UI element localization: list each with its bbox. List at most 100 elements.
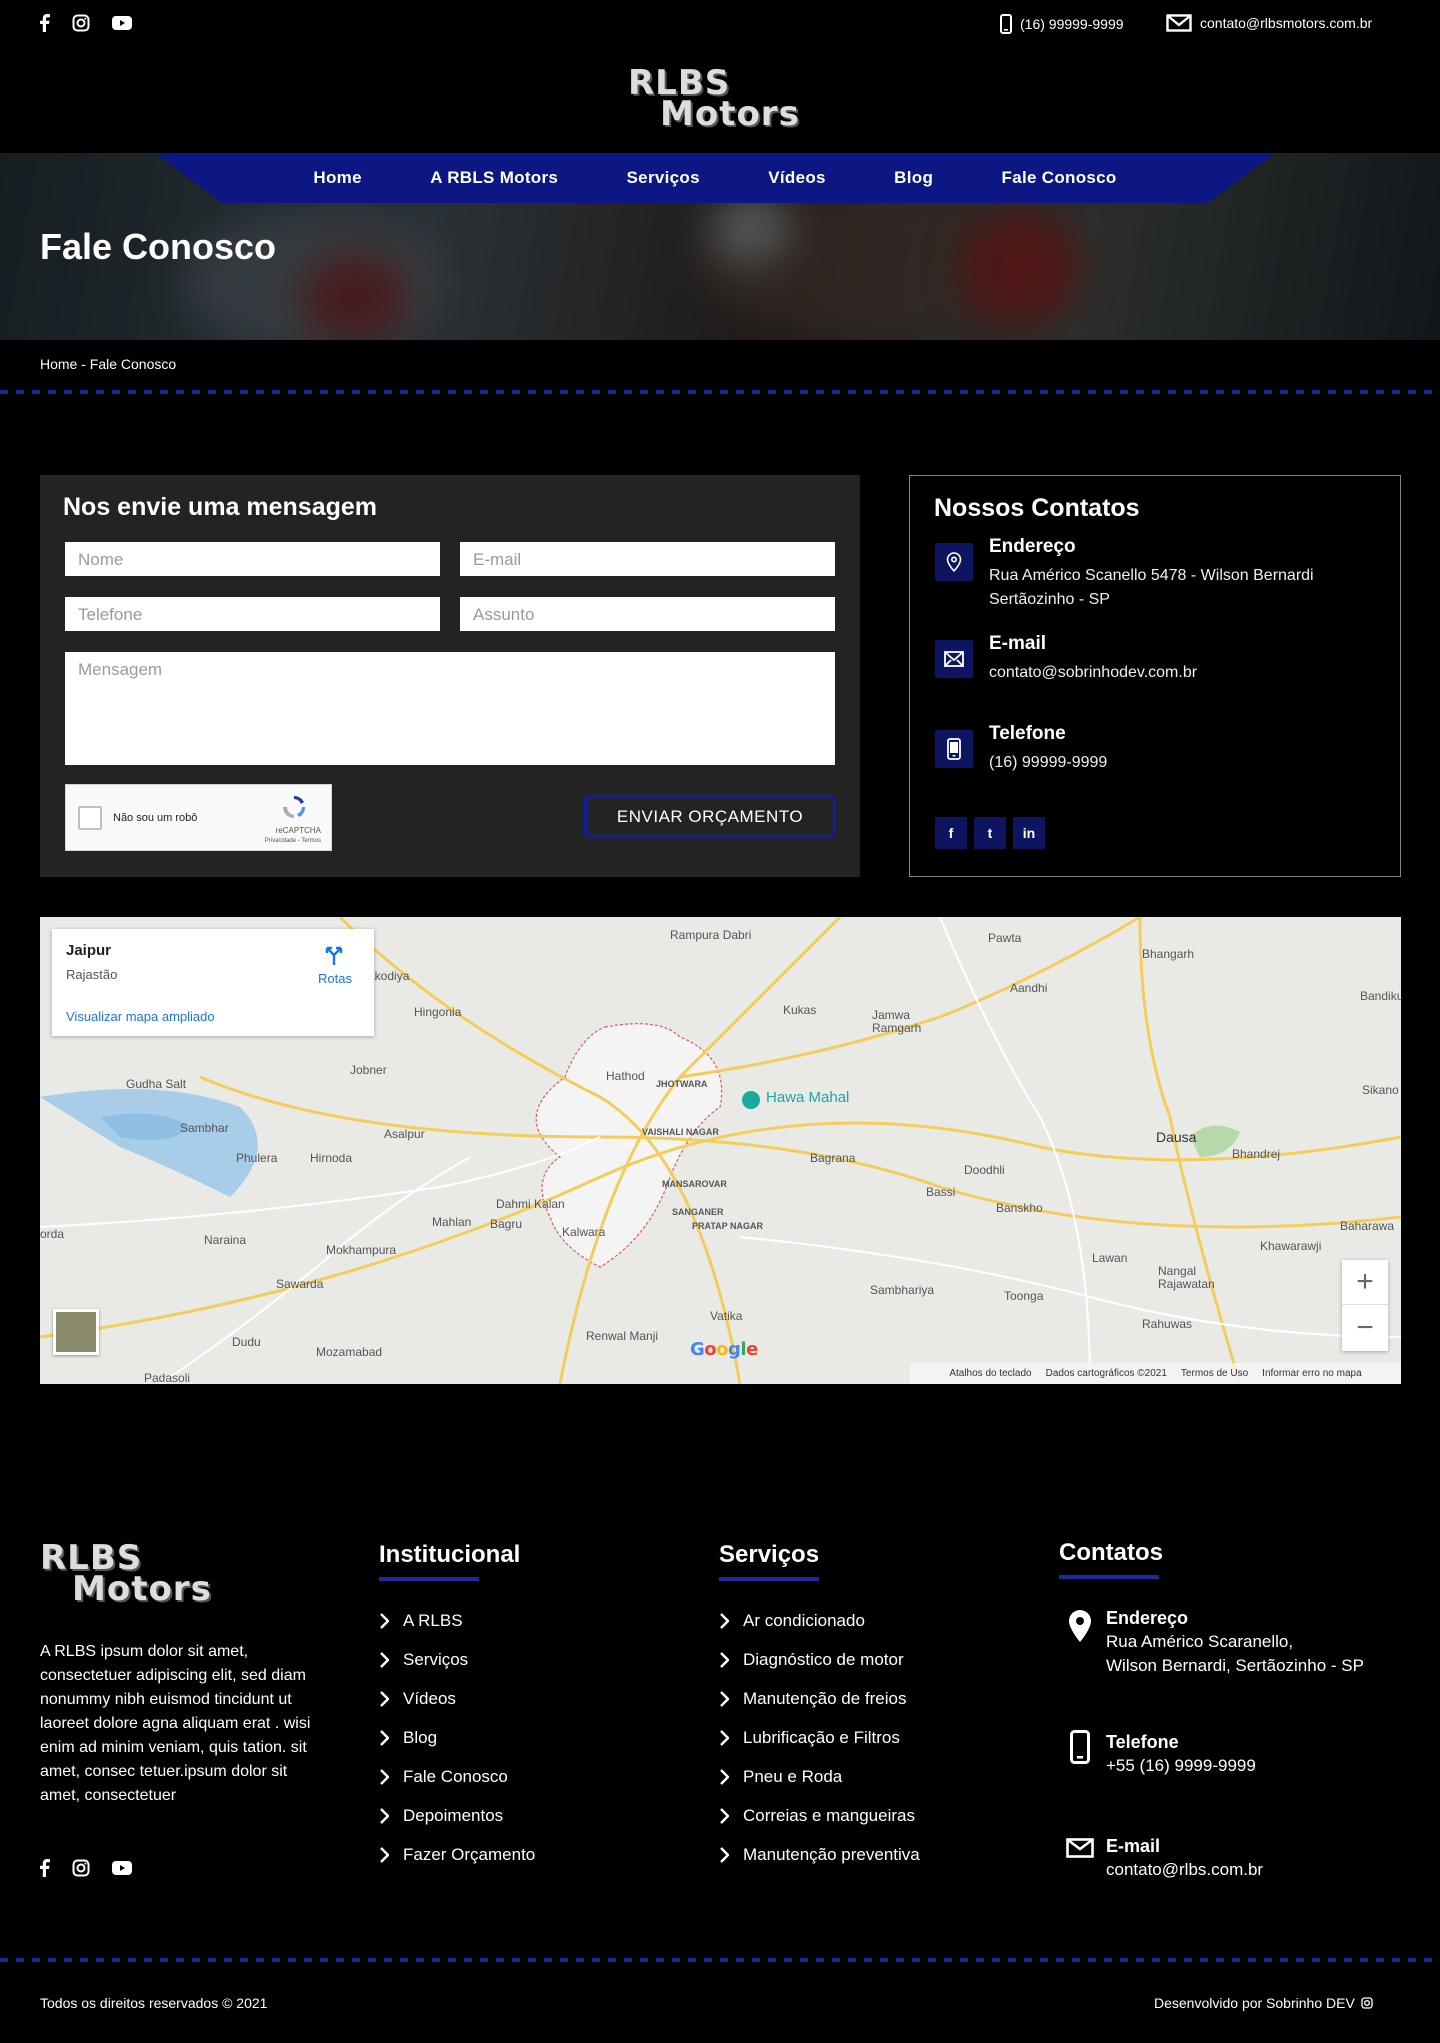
map-label: Banskho [996, 1201, 1043, 1215]
map-label: Bassi [926, 1185, 956, 1199]
footer-email-text[interactable]: contato@rlbs.com.br [1106, 1858, 1263, 1882]
map-label: Bandiku [1360, 989, 1401, 1003]
directions-label[interactable]: Rotas [318, 971, 352, 986]
servicos-list: Ar condicionado Diagnóstico de motor Man… [719, 1601, 920, 1874]
chevron-right-icon [720, 1846, 729, 1863]
footer-link[interactable]: Depoimentos [379, 1796, 535, 1835]
submit-button[interactable]: ENVIAR ORÇAMENTO [584, 795, 836, 838]
facebook-icon[interactable] [38, 14, 50, 32]
developer-credit-text: Desenvolvido por Sobrinho DEV [1154, 1995, 1355, 2011]
map-label: orda [40, 1227, 65, 1241]
facebook-icon[interactable] [38, 1859, 50, 1877]
recaptcha-links[interactable]: Privacidade - Termos [265, 838, 321, 844]
zoom-in-button[interactable]: + [1342, 1260, 1388, 1305]
map-footer-shortcuts[interactable]: Atalhos do teclado [949, 1368, 1031, 1379]
footer-link[interactable]: Fazer Orçamento [379, 1835, 535, 1874]
email-input[interactable]: E-mail [460, 542, 835, 576]
footer-link[interactable]: Blog [379, 1718, 535, 1757]
google-map[interactable]: Rampura Dabri Pawta Bhangarh Bandiku Hin… [40, 917, 1401, 1384]
map-label: Rahuwas [1142, 1317, 1193, 1331]
chevron-right-icon [720, 1729, 729, 1746]
chevron-right-icon [720, 1651, 729, 1668]
header-logo[interactable]: RLBS Motors [628, 66, 800, 132]
phone-text[interactable]: (16) 99999-9999 [989, 751, 1107, 775]
footer-link[interactable]: Lubrificação e Filtros [719, 1718, 920, 1757]
nav-services[interactable]: Serviços [627, 168, 700, 188]
footer-phone-title: Telefone [1106, 1732, 1179, 1752]
instagram-icon[interactable] [72, 1859, 90, 1877]
linkedin-icon[interactable]: in [1013, 817, 1045, 849]
envelope-icon [1166, 14, 1192, 32]
zoom-out-button[interactable]: − [1342, 1305, 1388, 1350]
satellite-toggle[interactable] [53, 1309, 99, 1355]
name-input[interactable]: Nome [65, 542, 440, 576]
twitter-icon[interactable]: t [974, 817, 1006, 849]
nav-contact[interactable]: Fale Conosco [1002, 168, 1117, 188]
directions-icon[interactable] [322, 943, 346, 967]
envelope-icon [944, 651, 964, 667]
top-email[interactable]: contato@rlbsmotors.com.br [1166, 14, 1372, 32]
map-label: Baharawa [1340, 1219, 1395, 1233]
recaptcha-checkbox[interactable] [78, 806, 102, 830]
footer-link[interactable]: Serviços [379, 1640, 535, 1679]
map-label: Dudu [232, 1335, 261, 1349]
footer-social [38, 1859, 132, 1877]
nav-home[interactable]: Home [313, 168, 361, 188]
footer-link[interactable]: Manutenção preventiva [719, 1835, 920, 1874]
nav-blog[interactable]: Blog [894, 168, 933, 188]
footer-address-line-2: Wilson Bernardi, Sertãozinho - SP [1106, 1656, 1364, 1675]
breadcrumb[interactable]: Home - Fale Conosco [40, 356, 176, 372]
footer-link[interactable]: Pneu e Roda [719, 1757, 920, 1796]
map-label: Jobner [350, 1063, 387, 1077]
footer-link[interactable]: Vídeos [379, 1679, 535, 1718]
map-info-card: Jaipur Rajastão Visualizar mapa ampliado… [52, 929, 374, 1036]
developer-credit[interactable]: Desenvolvido por Sobrinho DEV [1154, 1995, 1373, 2011]
map-label: Kukas [783, 1003, 817, 1017]
footer-link[interactable]: Manutenção de freios [719, 1679, 920, 1718]
map-footer-terms[interactable]: Termos de Uso [1181, 1368, 1248, 1379]
top-phone[interactable]: (16) 99999-9999 [1000, 14, 1124, 34]
nav-about[interactable]: A RBLS Motors [430, 168, 558, 188]
map-label: Hawa Mahal [766, 1089, 850, 1106]
instagram-icon[interactable] [72, 14, 90, 32]
map-footer-data: Dados cartográficos ©2021 [1045, 1368, 1167, 1379]
nav-videos[interactable]: Vídeos [768, 168, 826, 188]
address-badge [935, 543, 973, 581]
footer-logo-line-2: Motors [72, 1569, 212, 1610]
footer-logo[interactable]: RLBS Motors [40, 1541, 212, 1610]
servicos-title: Serviços [719, 1541, 820, 1568]
map-label: Nangal Rajawatan [1158, 1264, 1215, 1291]
map-label: Asalpur [384, 1127, 425, 1141]
form-title: Nos envie uma mensagem [63, 493, 378, 521]
footer-phone-text[interactable]: +55 (16) 9999-9999 [1106, 1754, 1256, 1778]
phone-input[interactable]: Telefone [65, 597, 440, 631]
footer-link-label: Pneu e Roda [743, 1766, 843, 1786]
contact-title: Nossos Contatos [934, 494, 1140, 522]
institucional-list: A RLBS Serviços Vídeos Blog Fale Conosco… [379, 1601, 535, 1874]
google-logo: Google [690, 1339, 758, 1360]
footer-email: E-mail contato@rlbs.com.br [1106, 1834, 1263, 1882]
divider [0, 1958, 1440, 1962]
footer-institucional: Institucional A RLBS Serviços Vídeos Blo… [379, 1541, 535, 1874]
email-text[interactable]: contato@sobrinhodev.com.br [989, 661, 1197, 685]
footer-link[interactable]: Correias e mangueiras [719, 1796, 920, 1835]
map-label: Jamwa Ramgarh [872, 1008, 922, 1035]
message-textarea[interactable]: Mensagem [65, 652, 835, 765]
chevron-right-icon [720, 1768, 729, 1785]
youtube-icon[interactable] [112, 1861, 132, 1875]
facebook-icon[interactable]: f [935, 817, 967, 849]
subject-input[interactable]: Assunto [460, 597, 835, 631]
footer-link[interactable]: A RLBS [379, 1601, 535, 1640]
footer-link[interactable]: Ar condicionado [719, 1601, 920, 1640]
footer-link-label: Serviços [403, 1649, 469, 1669]
map-footer-report[interactable]: Informar erro no mapa [1262, 1368, 1362, 1379]
recaptcha-brand: reCAPTCHA [275, 826, 321, 835]
map-label: Phulera [236, 1151, 278, 1165]
map-label: Sikano [1362, 1083, 1399, 1097]
map-enlarge-link[interactable]: Visualizar mapa ampliado [66, 1009, 215, 1024]
footer-link-label: A RLBS [403, 1610, 463, 1630]
youtube-icon[interactable] [112, 16, 132, 30]
footer-link[interactable]: Diagnóstico de motor [719, 1640, 920, 1679]
chevron-right-icon [380, 1846, 389, 1863]
footer-link[interactable]: Fale Conosco [379, 1757, 535, 1796]
